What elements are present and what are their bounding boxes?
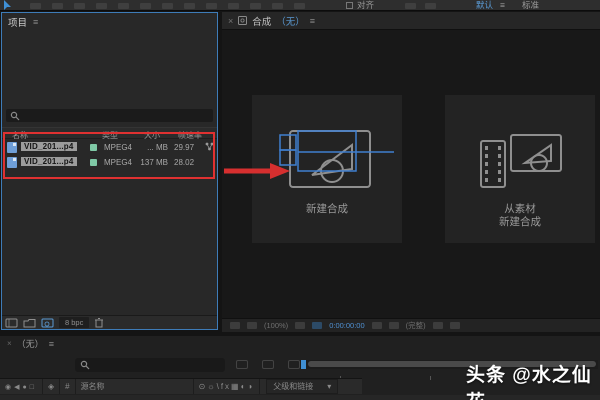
annotation-arrow — [222, 160, 294, 182]
resolution-select[interactable]: (完整) — [406, 320, 426, 331]
ruler-tick — [430, 376, 431, 380]
new-composition-icon[interactable] — [41, 318, 54, 328]
magnification-icon[interactable] — [247, 322, 257, 329]
pen-tool-icon[interactable] — [162, 3, 173, 9]
project-panel-footer: 8 bpc — [2, 315, 217, 329]
after-effects-window: 对齐 默认 ≡ 标准 项目 ≡ 名称 类型 大小 帧速率 VID_201...p… — [0, 0, 600, 400]
zoom-tool-icon[interactable] — [52, 3, 63, 9]
hide-shy-layers-icon[interactable] — [288, 360, 300, 369]
workspace-menu-icon[interactable]: ≡ — [500, 0, 505, 11]
panel-menu-icon[interactable]: ≡ — [33, 17, 38, 27]
tools-toolbar: 对齐 默认 ≡ 标准 — [0, 0, 600, 11]
chevron-down-icon: ▾ — [327, 382, 332, 391]
always-preview-icon[interactable] — [230, 322, 240, 329]
panel-menu-icon[interactable]: ≡ — [310, 16, 315, 26]
source-name-column[interactable]: 源名称 — [76, 379, 194, 394]
align-icon[interactable] — [346, 2, 353, 9]
project-panel-tab[interactable]: 项目 ≡ — [2, 13, 217, 30]
search-icon — [10, 111, 20, 121]
grid-guides-icon[interactable] — [295, 322, 306, 329]
project-tab-label: 项目 — [8, 17, 28, 29]
snapshot-icon[interactable] — [371, 322, 382, 329]
mask-tool-icon[interactable] — [405, 3, 416, 9]
mask-visibility-icon[interactable] — [312, 322, 323, 329]
camera-tool-icon[interactable] — [96, 3, 107, 9]
from-footage-label: 从素材 新建合成 — [445, 203, 595, 229]
composition-mini-flowchart-icon[interactable] — [236, 360, 248, 369]
timeline-tab-label: （无） — [16, 339, 44, 349]
workspace-standard[interactable]: 标准 — [522, 0, 539, 11]
layer-number-column: # — [60, 379, 76, 394]
timeline-column-headers: ◉◀●□ ◈ # 源名称 ⊙☼\fx▦◐◑ 父级和链接 ▾ — [0, 378, 362, 394]
interpret-footage-icon[interactable] — [5, 318, 18, 328]
panel-menu-icon[interactable]: ≡ — [49, 339, 54, 349]
zoom-level[interactable]: (100%) — [264, 321, 288, 330]
playhead[interactable] — [301, 360, 306, 369]
project-search-input[interactable] — [6, 109, 213, 122]
align-label[interactable]: 对齐 — [357, 0, 374, 11]
color-depth-button[interactable]: 8 bpc — [59, 317, 90, 328]
roto-brush-tool-icon[interactable] — [272, 3, 283, 9]
close-icon[interactable]: × — [7, 339, 12, 348]
selection-tool-icon[interactable] — [4, 0, 12, 10]
composition-panel-tab[interactable]: × 合成 （无） ≡ — [222, 12, 600, 30]
annotation-highlight-box — [3, 132, 215, 179]
from-footage-label-line1: 从素材 — [504, 203, 536, 215]
channels-icon[interactable] — [388, 322, 399, 329]
pan-behind-tool-icon[interactable] — [118, 3, 129, 9]
transparency-grid-icon[interactable] — [449, 322, 460, 329]
project-panel: 项目 ≡ 名称 类型 大小 帧速率 VID_201...p4 MPEG4 ...… — [1, 12, 218, 330]
parent-link-label: 父级和链接 — [273, 382, 314, 391]
composition-icon — [238, 16, 248, 25]
composition-footer-toolbar: (100%) 0:00:00:00 (完整) — [222, 318, 600, 332]
roi-icon[interactable] — [432, 322, 443, 329]
close-icon[interactable]: × — [228, 16, 233, 26]
search-icon — [80, 360, 90, 370]
current-time[interactable]: 0:00:00:00 — [329, 321, 364, 330]
watermark-text: 头条 @水之仙花 — [466, 365, 592, 400]
parent-link-column[interactable]: 父级和链接 ▾ — [266, 379, 339, 394]
new-composition-from-footage-card[interactable]: 从素材 新建合成 — [445, 95, 595, 243]
timeline-search-input[interactable] — [75, 358, 225, 372]
hand-tool-icon[interactable] — [30, 3, 41, 9]
new-composition-label: 新建合成 — [306, 203, 348, 215]
layer-switches-icons: ⊙☼\fx▦◐◑ — [194, 379, 261, 394]
text-tool-icon[interactable] — [184, 3, 195, 9]
workspace-default[interactable]: 默认 — [476, 0, 493, 11]
eraser-tool-icon[interactable] — [250, 3, 261, 9]
draft-3d-icon[interactable] — [262, 360, 274, 369]
snap-icon[interactable] — [425, 3, 436, 9]
rotate-tool-icon[interactable] — [74, 3, 85, 9]
shape-tool-icon[interactable] — [140, 3, 151, 9]
trash-icon[interactable] — [94, 317, 104, 328]
brush-tool-icon[interactable] — [206, 3, 217, 9]
puppet-tool-icon[interactable] — [294, 3, 305, 9]
clone-stamp-tool-icon[interactable] — [228, 3, 239, 9]
layer-toggles-icons: ◉◀●□ — [0, 379, 43, 394]
from-footage-label-line2: 新建合成 — [499, 216, 541, 228]
label-column-icon: ◈ — [43, 379, 61, 394]
timeline-panel-tab[interactable]: × （无） ≡ — [0, 336, 600, 351]
new-folder-icon[interactable] — [23, 318, 36, 328]
composition-tab-state: （无） — [276, 16, 305, 28]
composition-panel: × 合成 （无） ≡ 新建合成 从素材 新建合成 (100%) 0:00:00:… — [222, 12, 600, 332]
timeline-view-options — [236, 360, 300, 369]
composition-tab-label: 合成 — [252, 16, 272, 28]
from-footage-card-icon — [465, 123, 575, 199]
composition-viewer: 新建合成 从素材 新建合成 — [222, 30, 600, 318]
